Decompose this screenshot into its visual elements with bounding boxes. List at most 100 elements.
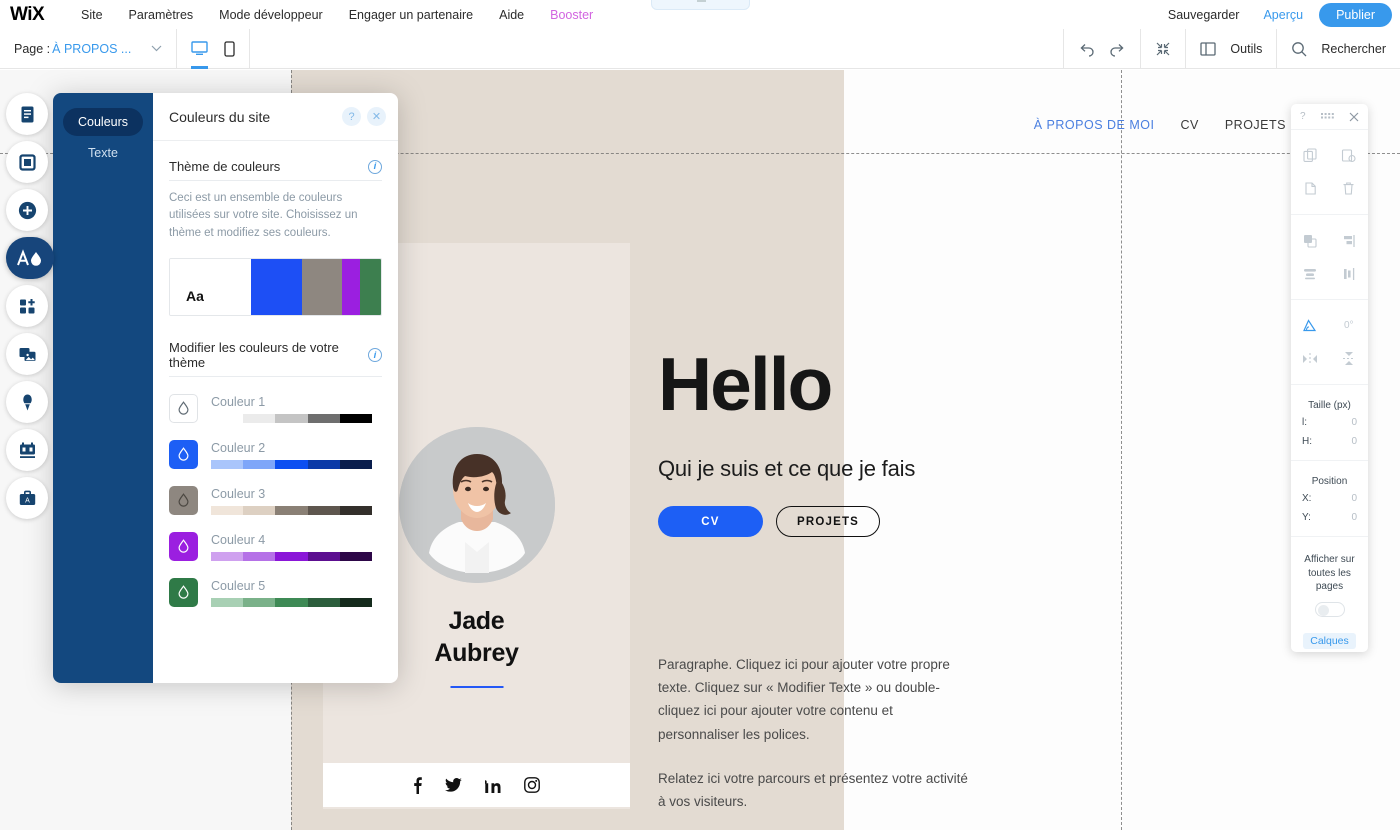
position-y-label: Y:	[1302, 512, 1311, 523]
desktop-icon[interactable]	[191, 29, 208, 69]
copy-icon[interactable]	[1291, 172, 1330, 205]
duplicate-icon[interactable]	[1291, 139, 1330, 172]
avatar	[398, 427, 555, 583]
instagram-icon[interactable]	[524, 777, 540, 793]
chevron-down-icon	[151, 45, 162, 52]
layers-button[interactable]: Calques	[1291, 626, 1368, 656]
background-icon	[18, 153, 36, 171]
panel-tabs: Couleurs Texte	[53, 93, 153, 683]
business-icon: A	[19, 490, 35, 505]
menu-item-engager-partenaire[interactable]: Engager un partenaire	[336, 8, 486, 22]
align-center-horizontal-icon[interactable]	[1291, 257, 1330, 290]
publish-button[interactable]: Publier	[1319, 2, 1392, 27]
zoom-out-button[interactable]	[1140, 29, 1185, 69]
size-height-field[interactable]: H: 0	[1291, 432, 1368, 451]
sidebar-item-apps[interactable]	[6, 285, 48, 327]
facebook-icon[interactable]	[413, 776, 422, 794]
sidebar-item-bookings[interactable]	[6, 429, 48, 471]
sidebar-item-blog[interactable]	[6, 381, 48, 423]
top-drag-tab[interactable]	[651, 0, 750, 10]
toolbar-arrange-group	[1291, 215, 1368, 300]
wix-logo[interactable]: WiX	[10, 4, 68, 26]
wix-editor: WiX Site Paramètres Mode développeur Eng…	[0, 0, 1400, 830]
question-icon[interactable]: ?	[342, 107, 361, 126]
sidebar-item-media[interactable]	[6, 333, 48, 375]
question-icon[interactable]: ?	[1300, 111, 1306, 122]
info-icon-2[interactable]: i	[368, 348, 382, 363]
page-selector[interactable]: Page : À PROPOS ...	[0, 28, 177, 69]
drag-handle-icon[interactable]	[1320, 113, 1334, 120]
blog-icon	[22, 394, 32, 410]
preview-button[interactable]: Aperçu	[1251, 8, 1315, 22]
panel-tab-couleurs[interactable]: Couleurs	[63, 108, 143, 136]
twitter-icon[interactable]	[445, 778, 462, 792]
color-swatch-button-4[interactable]	[169, 532, 198, 562]
svg-text:A: A	[25, 497, 30, 504]
undo-icon[interactable]	[1078, 42, 1095, 57]
menu-item-parametres[interactable]: Paramètres	[116, 8, 207, 22]
color-swatch-button-5[interactable]	[169, 578, 198, 608]
sidebar-item-pages[interactable]	[6, 93, 48, 135]
sidebar-item-background[interactable]	[6, 141, 48, 183]
color-name-5: Couleur 5	[211, 579, 266, 594]
panel-content: Couleurs du site ? ✕ Thème de couleurs i…	[153, 93, 398, 683]
hero-text[interactable]: Hello Qui je suis et ce que je fais	[658, 347, 915, 482]
hero-cv-button[interactable]: CV	[658, 506, 763, 537]
mobile-icon[interactable]	[224, 29, 235, 69]
show-all-pages-label: Afficher sur toutes les pages	[1304, 554, 1355, 592]
color-shades-4[interactable]	[211, 552, 373, 562]
redo-icon[interactable]	[1109, 42, 1126, 57]
color-shades-5[interactable]	[211, 598, 373, 608]
color-shades-2[interactable]	[211, 460, 373, 470]
bookings-icon	[19, 442, 35, 458]
flip-vertical-icon[interactable]	[1330, 342, 1369, 375]
align-right-icon[interactable]	[1330, 224, 1369, 257]
tools-label: Outils	[1230, 42, 1263, 56]
rotate-icon[interactable]	[1291, 309, 1330, 342]
close-icon[interactable]	[1349, 112, 1359, 122]
sidebar-item-business[interactable]: A	[6, 477, 48, 519]
bring-to-front-icon[interactable]	[1291, 224, 1330, 257]
menu-item-site[interactable]: Site	[68, 8, 116, 22]
hero-paragraph[interactable]: Paragraphe. Cliquez ici pour ajouter vot…	[658, 653, 968, 813]
site-nav-item-apropos[interactable]: À PROPOS DE MOI	[1034, 118, 1155, 132]
delete-icon[interactable]	[1330, 172, 1369, 205]
sidebar-item-add[interactable]	[6, 189, 48, 231]
add-icon	[18, 201, 36, 219]
profile-divider	[450, 686, 503, 688]
toolbar-actions-group	[1291, 130, 1368, 215]
copy-style-icon[interactable]	[1330, 139, 1369, 172]
color-info-4: Couleur 4	[211, 532, 382, 562]
color-swatch-button-3[interactable]	[169, 486, 198, 516]
site-nav-item-cv[interactable]: CV	[1180, 118, 1198, 132]
panel-tab-texte[interactable]: Texte	[63, 139, 143, 167]
hero-projets-button[interactable]: PROJETS	[776, 506, 880, 537]
sidebar-item-theme-colors[interactable]	[6, 237, 54, 279]
element-toolbar: ? 0° Taille (px) l: 0 H: 0 Position X: 0…	[1291, 104, 1368, 652]
linkedin-icon[interactable]	[485, 778, 501, 793]
flip-horizontal-icon[interactable]	[1291, 342, 1330, 375]
color-swatch-button-2[interactable]	[169, 440, 198, 470]
position-y-field[interactable]: Y: 0	[1291, 508, 1368, 527]
search-button[interactable]: Rechercher	[1276, 29, 1400, 69]
distribute-icon[interactable]	[1330, 257, 1369, 290]
tools-button[interactable]: Outils	[1185, 29, 1276, 69]
rotate-value[interactable]: 0°	[1330, 309, 1369, 342]
save-button[interactable]: Sauvegarder	[1156, 8, 1252, 22]
menu-item-booster[interactable]: Booster	[537, 8, 606, 22]
color-swatch-button-1[interactable]	[169, 394, 198, 424]
color-shades-1[interactable]	[211, 414, 373, 424]
show-all-pages-toggle[interactable]	[1314, 601, 1345, 617]
position-x-field[interactable]: X: 0	[1291, 489, 1368, 508]
menu-item-aide[interactable]: Aide	[486, 8, 537, 22]
size-width-field[interactable]: l: 0	[1291, 413, 1368, 432]
theme-preview[interactable]: Aa	[169, 258, 382, 317]
site-nav-item-projets[interactable]: PROJETS	[1225, 118, 1286, 132]
color-shades-3[interactable]	[211, 506, 373, 516]
close-icon[interactable]: ✕	[367, 107, 386, 126]
color-info-2: Couleur 2	[211, 440, 382, 470]
position-x-label: X:	[1302, 493, 1312, 504]
menu-item-mode-developpeur[interactable]: Mode développeur	[206, 8, 336, 22]
droplet-icon	[178, 401, 189, 416]
info-icon[interactable]: i	[368, 159, 382, 174]
